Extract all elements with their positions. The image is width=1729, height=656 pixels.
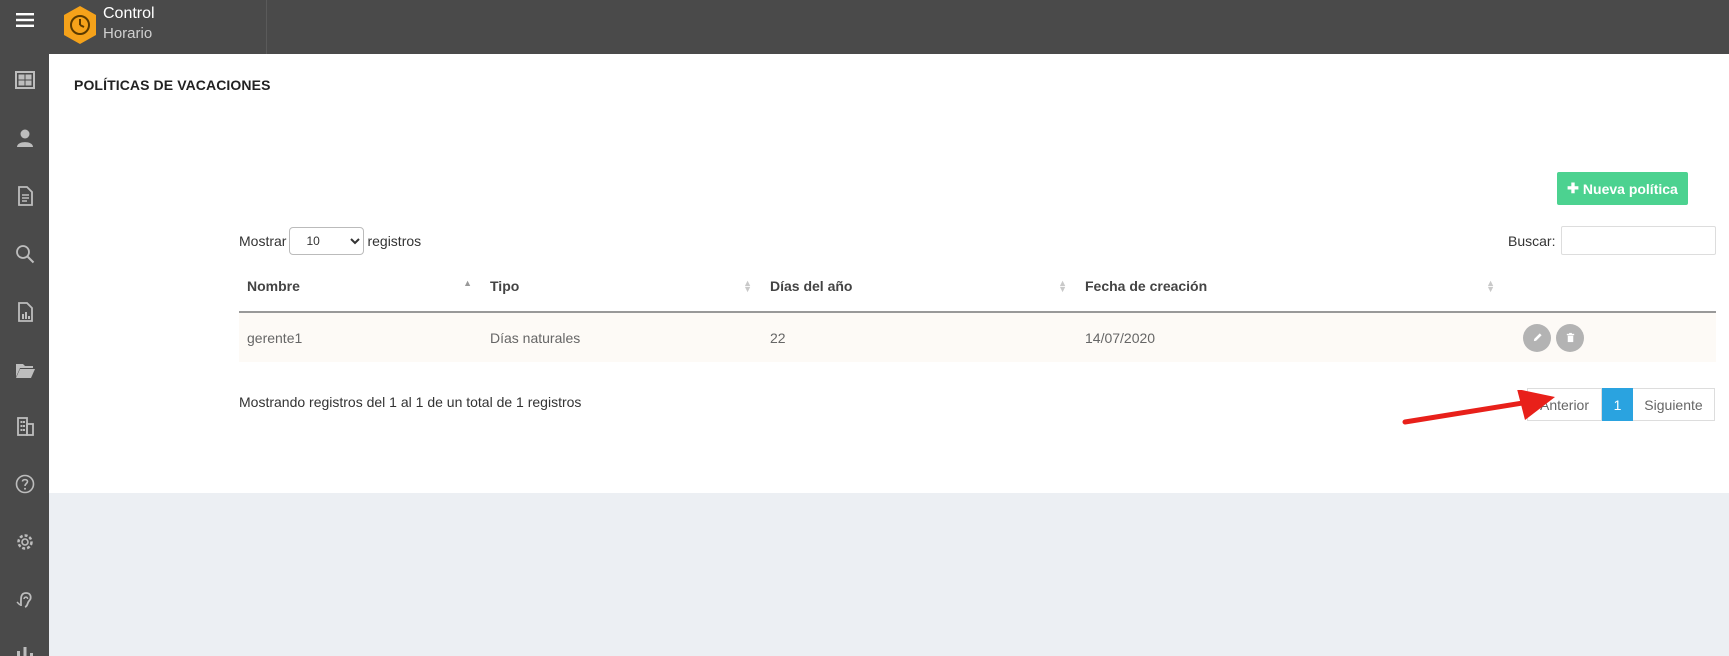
- show-label: Mostrar: [239, 233, 287, 249]
- column-header-nombre[interactable]: Nombre ▲: [239, 260, 482, 313]
- search-label: Buscar:: [1508, 232, 1556, 249]
- column-header-fecha[interactable]: Fecha de creación ▲ ▼: [1077, 260, 1505, 313]
- main-content: POLÍTICAS DE VACACIONES ✚ Nueva política…: [49, 54, 1729, 493]
- table-header-row: Nombre ▲ Tipo ▲ ▼ Días del año ▲ ▼ Fecha d…: [239, 260, 1716, 313]
- cell-dias: 22: [762, 312, 1077, 362]
- column-label: Tipo: [490, 277, 520, 294]
- search-icon[interactable]: [0, 234, 49, 274]
- page-length-select[interactable]: 10: [289, 227, 365, 255]
- records-label: registros: [367, 233, 422, 249]
- search-control: Buscar:: [1508, 226, 1717, 255]
- page-length-control: Mostrar 10 registros: [239, 227, 421, 255]
- sort-icon: ▲ ▼: [1486, 278, 1495, 294]
- column-label: Nombre: [247, 277, 300, 294]
- user-icon[interactable]: [0, 118, 49, 158]
- plus-icon: ✚: [1567, 180, 1579, 196]
- row-actions: [1523, 323, 1584, 352]
- sidebar: [0, 0, 49, 656]
- page-title: POLÍTICAS DE VACACIONES: [74, 77, 271, 93]
- clock-logo-icon: [64, 6, 96, 44]
- document-icon[interactable]: [0, 176, 49, 216]
- cell-tipo: Días naturales: [482, 312, 762, 362]
- delete-button[interactable]: [1556, 323, 1584, 352]
- policies-table: Nombre ▲ Tipo ▲ ▼ Días del año ▲ ▼ Fecha d…: [239, 260, 1716, 362]
- dashboard-icon[interactable]: [0, 60, 49, 100]
- sort-asc-icon: ▲: [463, 278, 472, 288]
- sort-icon: ▲ ▼: [743, 278, 752, 294]
- top-bar: Control Horario: [49, 0, 1729, 54]
- sort-icon: ▲ ▼: [1058, 278, 1067, 294]
- ear-icon[interactable]: [0, 580, 49, 620]
- new-policy-label: Nueva política: [1582, 180, 1678, 197]
- brand[interactable]: Control Horario: [49, 0, 267, 54]
- team-icon[interactable]: [0, 636, 49, 656]
- cell-actions: [1505, 312, 1716, 362]
- help-icon[interactable]: [0, 464, 49, 504]
- table-row: gerente1 Días naturales 22 14/07/2020: [239, 312, 1716, 362]
- column-header-dias[interactable]: Días del año ▲ ▼: [762, 260, 1077, 313]
- cell-nombre: gerente1: [239, 312, 482, 362]
- new-policy-button[interactable]: ✚ Nueva política: [1557, 172, 1688, 205]
- column-header-tipo[interactable]: Tipo ▲ ▼: [482, 260, 762, 313]
- brand-subtitle: Horario: [103, 25, 153, 42]
- next-page-button[interactable]: Siguiente: [1633, 388, 1715, 421]
- column-header-actions: [1505, 260, 1716, 313]
- folder-icon[interactable]: [0, 350, 49, 390]
- trash-icon: [1566, 332, 1574, 343]
- search-input[interactable]: [1561, 226, 1717, 255]
- brand-title: Control: [103, 5, 155, 22]
- column-label: Fecha de creación: [1085, 277, 1208, 294]
- annotation-arrow: [1402, 390, 1555, 425]
- report-icon[interactable]: [0, 292, 49, 332]
- gear-icon[interactable]: [0, 522, 49, 562]
- cell-fecha: 14/07/2020: [1077, 312, 1505, 362]
- edit-button[interactable]: [1523, 323, 1551, 352]
- building-icon[interactable]: [0, 406, 49, 446]
- column-label: Días del año: [770, 277, 853, 294]
- table-info: Mostrando registros del 1 al 1 de un tot…: [239, 394, 582, 410]
- pencil-icon: [1533, 333, 1542, 342]
- hamburger-menu-icon[interactable]: [0, 0, 49, 40]
- page-1-button[interactable]: 1: [1602, 388, 1633, 421]
